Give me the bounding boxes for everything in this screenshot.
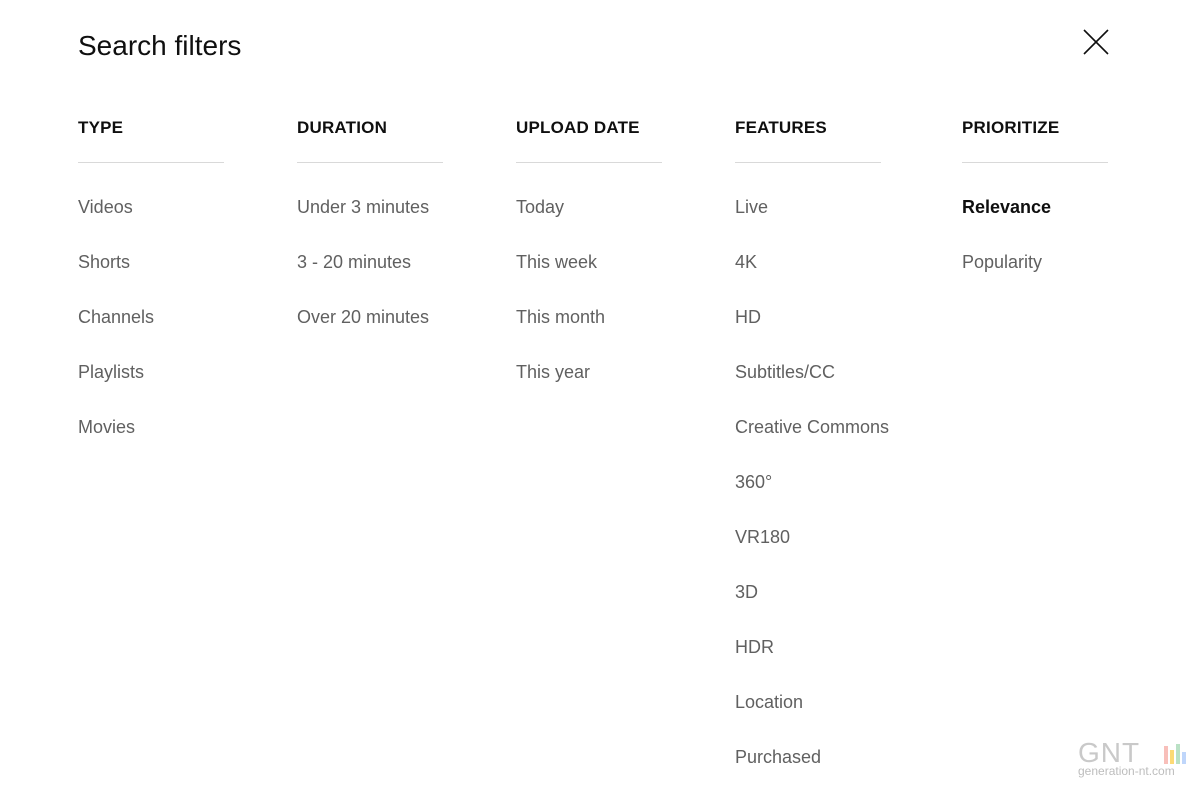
option-item: Purchased bbox=[735, 741, 881, 796]
filter-option-under-3-minutes[interactable]: Under 3 minutes bbox=[297, 191, 429, 223]
option-item: 3D bbox=[735, 576, 881, 631]
filter-option-shorts[interactable]: Shorts bbox=[78, 246, 130, 278]
option-item: This year bbox=[516, 356, 662, 411]
filter-option-channels[interactable]: Channels bbox=[78, 301, 154, 333]
filter-option-purchased[interactable]: Purchased bbox=[735, 741, 821, 773]
filter-group-duration: DURATION Under 3 minutes 3 - 20 minutes … bbox=[297, 112, 443, 356]
divider bbox=[78, 162, 224, 163]
watermark-bar bbox=[1182, 752, 1186, 764]
option-item: HDR bbox=[735, 631, 881, 686]
filter-option-this-month[interactable]: This month bbox=[516, 301, 605, 333]
filter-option-creative-commons[interactable]: Creative Commons bbox=[735, 411, 889, 443]
filter-group-type: TYPE Videos Shorts Channels Playlists Mo… bbox=[78, 112, 224, 466]
watermark-url: generation-nt.com bbox=[1078, 764, 1175, 778]
option-item: Over 20 minutes bbox=[297, 301, 443, 356]
option-item: This month bbox=[516, 301, 662, 356]
filter-option-hdr[interactable]: HDR bbox=[735, 631, 774, 663]
filter-option-videos[interactable]: Videos bbox=[78, 191, 133, 223]
filter-group-features: FEATURES Live 4K HD Subtitles/CC Creativ… bbox=[735, 112, 889, 796]
watermark-bars-icon bbox=[1164, 744, 1186, 764]
option-item: Movies bbox=[78, 411, 224, 466]
filter-group-prioritize: PRIORITIZE Relevance Popularity bbox=[962, 112, 1108, 301]
option-item: Shorts bbox=[78, 246, 224, 301]
option-list-features: Live 4K HD Subtitles/CC Creative Commons… bbox=[735, 191, 889, 796]
group-header-prioritize: PRIORITIZE bbox=[962, 118, 1060, 137]
filter-option-4k[interactable]: 4K bbox=[735, 246, 757, 278]
option-item: VR180 bbox=[735, 521, 881, 576]
dialog-title: Search filters bbox=[78, 30, 242, 61]
close-button[interactable] bbox=[1078, 24, 1114, 60]
option-item: HD bbox=[735, 301, 881, 356]
option-item: 4K bbox=[735, 246, 881, 301]
close-icon bbox=[1083, 29, 1109, 55]
group-header-features: FEATURES bbox=[735, 118, 827, 137]
filter-option-360[interactable]: 360° bbox=[735, 466, 772, 498]
filter-option-this-year[interactable]: This year bbox=[516, 356, 590, 388]
option-item: Subtitles/CC bbox=[735, 356, 881, 411]
watermark-bar bbox=[1170, 750, 1174, 764]
divider bbox=[297, 162, 443, 163]
watermark-bar bbox=[1176, 744, 1180, 764]
option-item: Live bbox=[735, 191, 881, 246]
option-item: Creative Commons bbox=[735, 411, 889, 466]
option-item: Today bbox=[516, 191, 662, 246]
group-header-type: TYPE bbox=[78, 118, 124, 137]
filter-option-subtitles-cc[interactable]: Subtitles/CC bbox=[735, 356, 835, 388]
divider bbox=[735, 162, 881, 163]
watermark: GNT generation-nt.com bbox=[1076, 738, 1186, 782]
option-item: Channels bbox=[78, 301, 224, 356]
option-list-upload-date: Today This week This month This year bbox=[516, 191, 662, 411]
filter-group-upload-date: UPLOAD DATE Today This week This month T… bbox=[516, 112, 662, 411]
filter-option-this-week[interactable]: This week bbox=[516, 246, 597, 278]
option-item: Popularity bbox=[962, 246, 1108, 301]
filter-option-3-20-minutes[interactable]: 3 - 20 minutes bbox=[297, 246, 411, 278]
filter-option-live[interactable]: Live bbox=[735, 191, 768, 223]
option-item: 3 - 20 minutes bbox=[297, 246, 443, 301]
option-list-prioritize: Relevance Popularity bbox=[962, 191, 1108, 301]
group-header-upload-date: UPLOAD DATE bbox=[516, 118, 640, 137]
divider bbox=[962, 162, 1108, 163]
filter-option-relevance[interactable]: Relevance bbox=[962, 191, 1051, 223]
filter-option-hd[interactable]: HD bbox=[735, 301, 761, 333]
filter-option-today[interactable]: Today bbox=[516, 191, 564, 223]
filter-option-movies[interactable]: Movies bbox=[78, 411, 135, 443]
filter-option-location[interactable]: Location bbox=[735, 686, 803, 718]
filter-option-3d[interactable]: 3D bbox=[735, 576, 758, 608]
option-item: Relevance bbox=[962, 191, 1108, 246]
option-item: Under 3 minutes bbox=[297, 191, 443, 246]
watermark-bar bbox=[1164, 746, 1168, 764]
option-item: Playlists bbox=[78, 356, 224, 411]
option-list-type: Videos Shorts Channels Playlists Movies bbox=[78, 191, 224, 466]
filter-option-vr180[interactable]: VR180 bbox=[735, 521, 790, 553]
filter-option-playlists[interactable]: Playlists bbox=[78, 356, 144, 388]
divider bbox=[516, 162, 662, 163]
filter-option-popularity[interactable]: Popularity bbox=[962, 246, 1042, 278]
option-list-duration: Under 3 minutes 3 - 20 minutes Over 20 m… bbox=[297, 191, 443, 356]
group-header-duration: DURATION bbox=[297, 118, 388, 137]
option-item: Location bbox=[735, 686, 881, 741]
option-item: 360° bbox=[735, 466, 881, 521]
filter-option-over-20-minutes[interactable]: Over 20 minutes bbox=[297, 301, 429, 333]
option-item: This week bbox=[516, 246, 662, 301]
option-item: Videos bbox=[78, 191, 224, 246]
